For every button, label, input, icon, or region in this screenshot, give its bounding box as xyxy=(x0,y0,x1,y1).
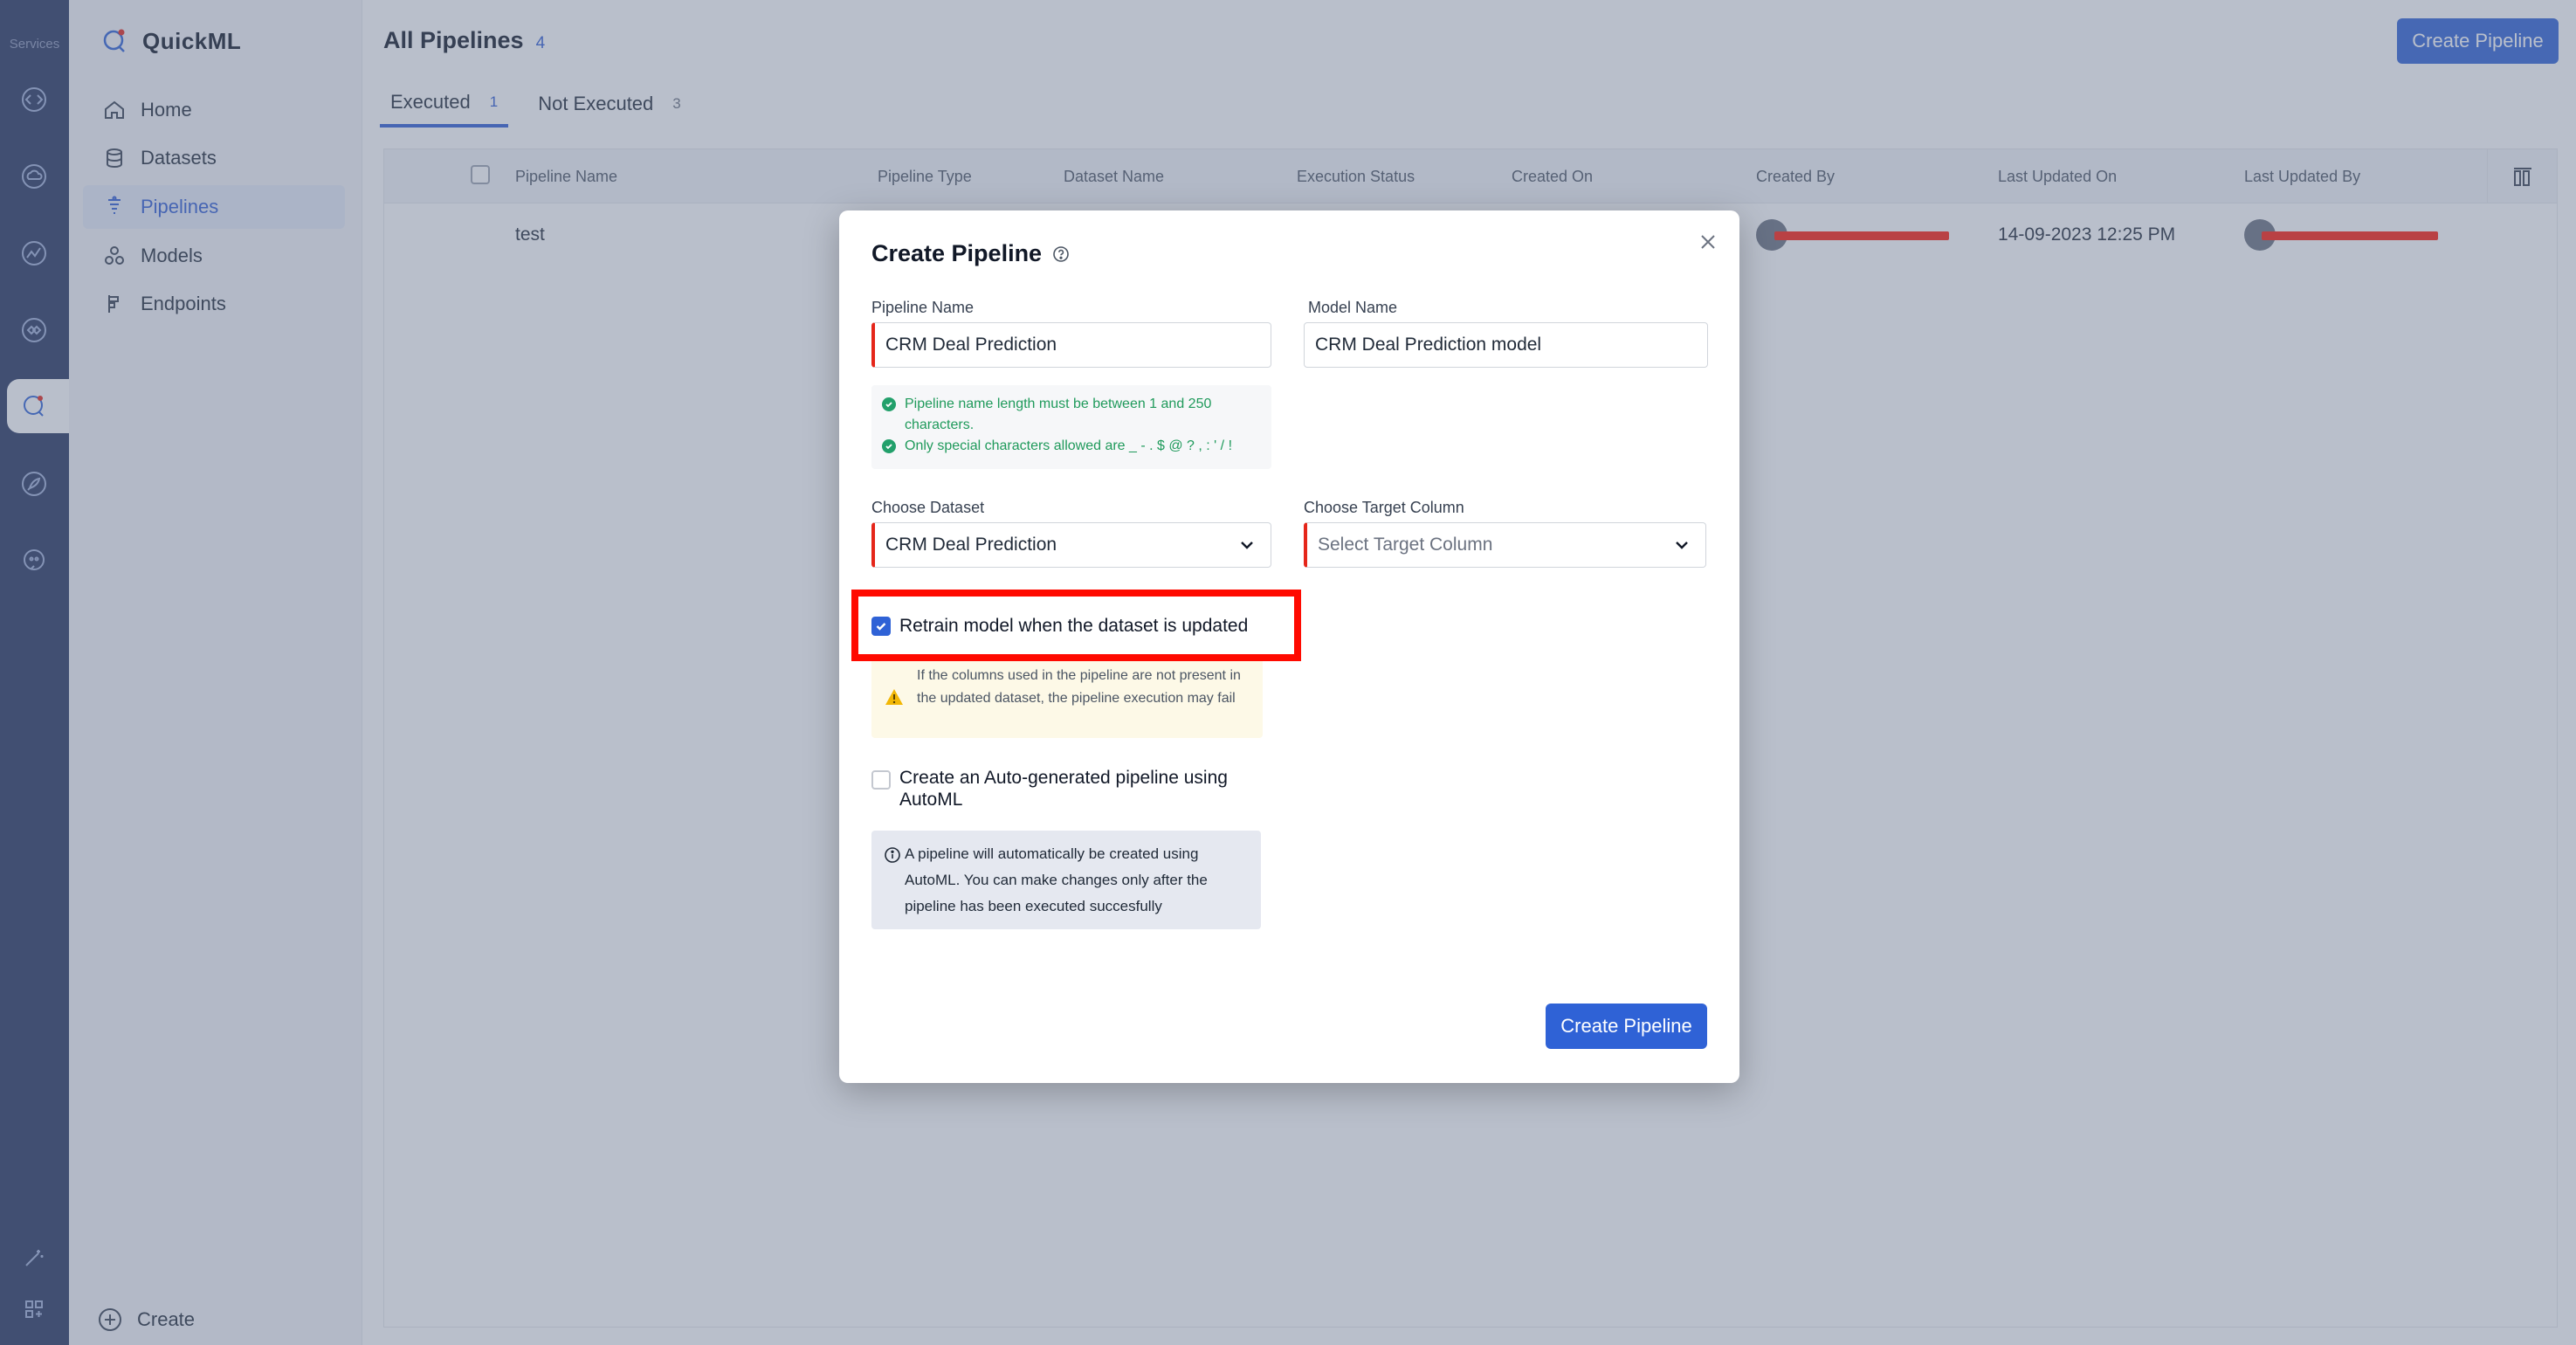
choose-target-column-label: Choose Target Column xyxy=(1304,499,1464,516)
hint-text: Pipeline name length must be between 1 a… xyxy=(905,397,1212,432)
retrain-warning: If the columns used in the pipeline are … xyxy=(871,658,1263,738)
check-circle-icon xyxy=(882,439,896,453)
warning-icon xyxy=(885,689,903,705)
model-name-label: Model Name xyxy=(1308,299,1398,316)
automl-checkbox-row[interactable]: Create an Auto-generated pipeline using … xyxy=(871,767,1273,810)
hint-text: Only special characters allowed are _ - … xyxy=(905,438,1233,453)
automl-info: A pipeline will automatically be created… xyxy=(871,831,1261,929)
hint-item: Pipeline name length must be between 1 a… xyxy=(882,394,1261,436)
warning-text: If the columns used in the pipeline are … xyxy=(917,668,1241,706)
target-column-placeholder: Select Target Column xyxy=(1318,535,1493,555)
dataset-select[interactable]: CRM Deal Prediction xyxy=(871,522,1271,568)
dataset-select-value: CRM Deal Prediction xyxy=(885,535,1057,555)
pipeline-name-hints: Pipeline name length must be between 1 a… xyxy=(871,385,1271,469)
create-pipeline-modal: Create Pipeline Pipeline Name CRM Deal P… xyxy=(839,210,1739,1083)
close-icon[interactable] xyxy=(1692,226,1724,258)
chevron-down-icon xyxy=(1676,541,1688,549)
pipeline-name-input[interactable]: CRM Deal Prediction xyxy=(871,322,1271,368)
pipeline-name-label: Pipeline Name xyxy=(871,299,975,316)
hint-item: Only special characters allowed are _ - … xyxy=(882,436,1261,457)
automl-info-text: A pipeline will automatically be created… xyxy=(905,845,1208,914)
automl-checkbox[interactable] xyxy=(871,770,891,790)
help-icon[interactable] xyxy=(1052,245,1070,263)
create-pipeline-submit-button[interactable]: Create Pipeline xyxy=(1546,1004,1707,1049)
annotation-highlight-box xyxy=(851,590,1301,661)
info-icon xyxy=(885,847,900,863)
modal-title-text: Create Pipeline xyxy=(871,240,1043,266)
chevron-down-icon xyxy=(1241,541,1253,549)
choose-dataset-label: Choose Dataset xyxy=(871,499,985,516)
modal-title: Create Pipeline xyxy=(871,240,1070,267)
automl-label: Create an Auto-generated pipeline using … xyxy=(899,768,1228,810)
check-circle-icon xyxy=(882,397,896,411)
model-name-input[interactable]: CRM Deal Prediction model xyxy=(1304,322,1708,368)
target-column-select[interactable]: Select Target Column xyxy=(1304,522,1706,568)
